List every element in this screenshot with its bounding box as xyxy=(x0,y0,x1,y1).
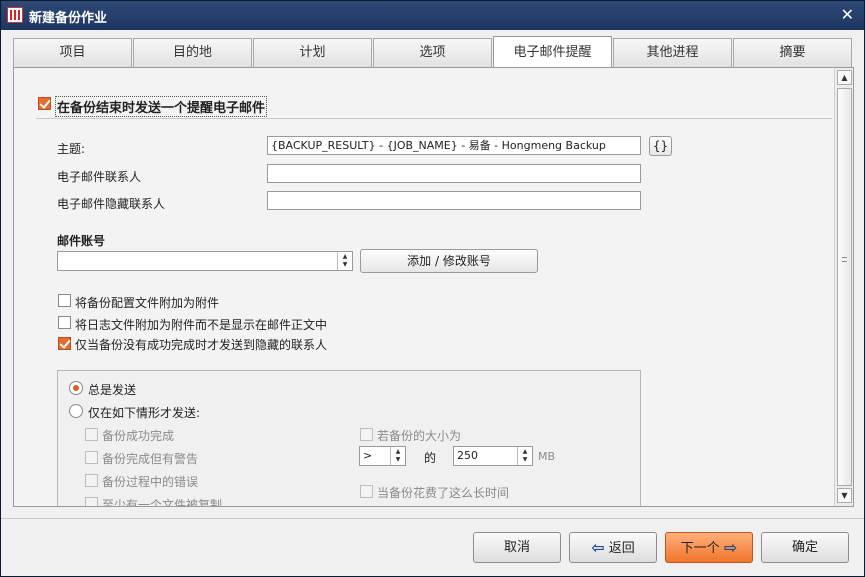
attach-config-checkbox[interactable] xyxy=(58,294,71,307)
app-logo-icon xyxy=(7,7,23,23)
backup-job-window: 新建备份作业 ✕ 项目 目的地 计划 选项 电子邮件提醒 其他进程 摘要 在备份… xyxy=(0,0,865,577)
size-operator-value: > xyxy=(363,449,373,462)
ok-button[interactable]: 确定 xyxy=(761,532,849,563)
footer-divider xyxy=(1,518,864,519)
cond-time-checkbox[interactable] xyxy=(360,485,373,498)
vertical-scrollbar[interactable]: ▲ ▼ xyxy=(834,68,853,506)
cancel-button[interactable]: 取消 xyxy=(473,532,561,563)
window-title: 新建备份作业 xyxy=(29,11,108,26)
add-account-button[interactable]: 添加 / 修改账号 xyxy=(360,249,538,273)
always-send-radio[interactable] xyxy=(69,381,83,395)
cond-errors-checkbox[interactable] xyxy=(85,474,98,487)
to-label: 电子邮件联系人 xyxy=(57,170,142,184)
attach-config-label: 将备份配置文件附加为附件 xyxy=(75,296,220,310)
section-divider xyxy=(36,118,832,119)
back-button-label: 返回 xyxy=(608,541,635,556)
chevron-down-icon: ▼ xyxy=(342,261,348,268)
size-value-stepper[interactable]: 250 ▲ ▼ xyxy=(453,446,533,466)
arrow-right-icon: ⇨ xyxy=(723,538,738,557)
size-of-label: 的 xyxy=(424,451,437,465)
enable-email-label: 在备份结束时发送一个提醒电子邮件 xyxy=(55,96,268,117)
attach-log-checkbox[interactable] xyxy=(58,316,71,329)
size-operator-select[interactable]: > ▲ ▼ xyxy=(359,446,406,466)
scrollbar-thumb[interactable] xyxy=(837,88,852,486)
tab-other-processes[interactable]: 其他进程 xyxy=(613,38,732,67)
size-unit-label: MB xyxy=(538,450,556,463)
tab-destination[interactable]: 目的地 xyxy=(133,38,252,67)
cond-partial-checkbox[interactable] xyxy=(85,497,98,506)
next-button[interactable]: 下一个 ⇨ xyxy=(665,532,753,563)
tab-email-alerts[interactable]: 电子邮件提醒 xyxy=(493,36,612,67)
size-value-arrows[interactable]: ▲ ▼ xyxy=(517,447,532,465)
bcc-only-on-failure-checkbox[interactable] xyxy=(58,337,71,350)
title-bar[interactable]: 新建备份作业 ✕ xyxy=(1,1,864,30)
tab-summary[interactable]: 摘要 xyxy=(733,38,852,67)
cond-errors-label: 备份过程中的错误 xyxy=(102,475,199,489)
subject-label: 主题: xyxy=(57,142,86,156)
cond-time-label: 当备份花费了这么长时间 xyxy=(377,486,510,500)
bcc-input[interactable] xyxy=(267,191,641,210)
bcc-label: 电子邮件隐藏联系人 xyxy=(57,197,166,211)
cond-warnings-label: 备份完成但有警告 xyxy=(102,452,199,466)
cond-size-checkbox[interactable] xyxy=(360,428,373,441)
attach-log-label: 将日志文件附加为附件而不是显示在邮件正文中 xyxy=(75,318,328,332)
next-button-label: 下一个 xyxy=(680,541,720,556)
tab-schedule[interactable]: 计划 xyxy=(253,38,372,67)
grip-icon xyxy=(842,257,847,262)
scroll-up-icon[interactable]: ▲ xyxy=(837,70,852,85)
tab-strip: 项目 目的地 计划 选项 电子邮件提醒 其他进程 摘要 xyxy=(13,36,854,67)
account-select-arrows[interactable]: ▲ ▼ xyxy=(337,252,352,270)
scroll-down-icon[interactable]: ▼ xyxy=(837,488,852,503)
chevron-down-icon: ▼ xyxy=(395,456,401,463)
size-operator-arrows[interactable]: ▲ ▼ xyxy=(390,447,405,465)
ok-button-label: 确定 xyxy=(791,540,818,555)
tab-items[interactable]: 项目 xyxy=(13,38,132,67)
arrow-left-icon: ⇦ xyxy=(591,538,605,557)
account-select[interactable]: ▲ ▼ xyxy=(57,251,353,271)
subject-input[interactable]: {BACKUP_RESULT} - {JOB_NAME} - 易备 - Hong… xyxy=(267,136,641,155)
cond-warnings-checkbox[interactable] xyxy=(85,451,98,464)
cond-partial-label: 至少有一个文件被复制 xyxy=(102,498,223,506)
macro-button[interactable]: {} xyxy=(649,136,672,156)
tab-panel: 在备份结束时发送一个提醒电子邮件 主题: {BACKUP_RESULT} - {… xyxy=(13,67,854,507)
cancel-button-label: 取消 xyxy=(503,540,530,555)
back-button[interactable]: ⇦ 返回 xyxy=(569,532,657,563)
enable-email-checkbox[interactable] xyxy=(38,97,51,110)
tab-options[interactable]: 选项 xyxy=(373,38,492,67)
email-settings-content: 在备份结束时发送一个提醒电子邮件 主题: {BACKUP_RESULT} - {… xyxy=(14,68,832,506)
close-icon[interactable]: ✕ xyxy=(841,5,854,24)
conditional-send-radio[interactable] xyxy=(69,404,83,418)
cond-size-label: 若备份的大小为 xyxy=(377,429,462,443)
bcc-only-on-failure-label: 仅当备份没有成功完成时才发送到隐藏的联系人 xyxy=(75,338,328,352)
size-value: 250 xyxy=(457,449,478,462)
cond-success-checkbox[interactable] xyxy=(85,428,98,441)
conditional-send-label: 仅在如下情形才发送: xyxy=(88,406,201,420)
send-condition-group: 总是发送 仅在如下情形才发送: 备份成功完成 备份完成但有警告 备份过程中的错误… xyxy=(57,370,641,506)
to-input[interactable] xyxy=(267,164,641,183)
always-send-label: 总是发送 xyxy=(88,383,137,397)
account-section-label: 邮件账号 xyxy=(57,234,106,248)
cond-success-label: 备份成功完成 xyxy=(102,429,175,443)
chevron-down-icon: ▼ xyxy=(522,456,528,463)
